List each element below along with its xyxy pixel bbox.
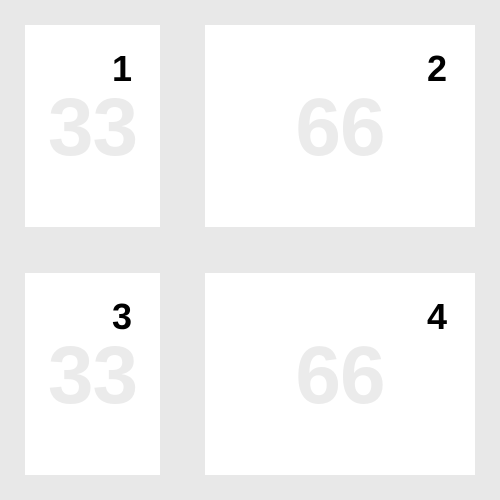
tile-width-watermark: 33 [47, 82, 138, 173]
tile-grid: 33 1 66 2 33 3 66 4 [0, 0, 500, 500]
tile-number: 2 [426, 48, 447, 89]
tile-number: 4 [426, 296, 447, 337]
tile-width-watermark: 66 [295, 82, 385, 173]
tile-width-watermark: 33 [47, 330, 138, 421]
tile-2: 66 2 [205, 25, 475, 227]
tile-3: 33 3 [25, 273, 160, 475]
tile-number: 3 [111, 296, 132, 337]
tile-number: 1 [111, 48, 132, 89]
tile-width-watermark: 66 [295, 330, 385, 421]
tile-4: 66 4 [205, 273, 475, 475]
tile-1: 33 1 [25, 25, 160, 227]
